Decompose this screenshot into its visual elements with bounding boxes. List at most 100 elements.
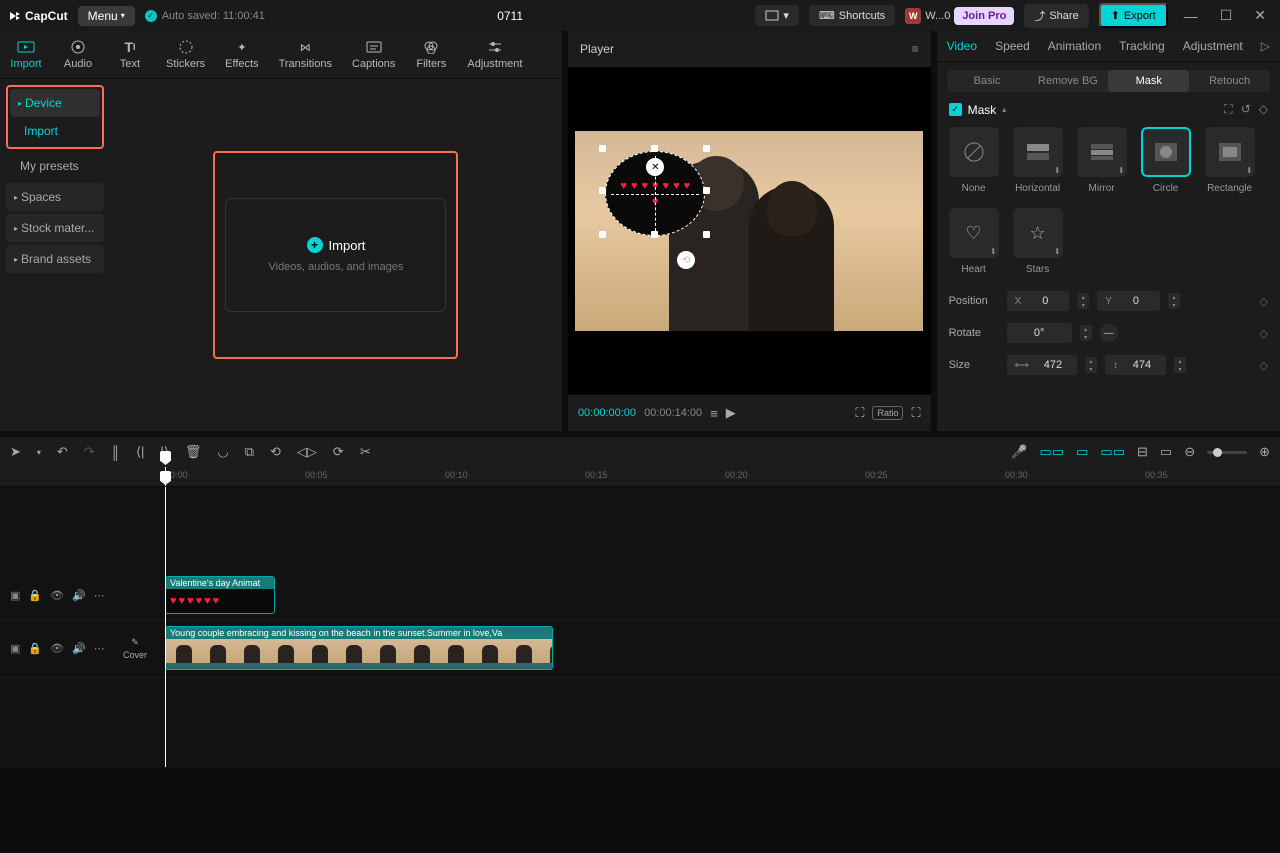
keyframe-diamond[interactable]: ◇	[1260, 295, 1268, 308]
scroll-right-icon[interactable]: ▷	[1261, 39, 1270, 53]
lock-icon[interactable]: 🔒	[28, 642, 42, 655]
redo-button[interactable]: ↷	[84, 444, 95, 460]
sidebar-item-import[interactable]: Import	[10, 117, 100, 145]
ratio-button[interactable]: Ratio	[872, 406, 903, 420]
magnet-track-icon[interactable]: ▭	[1076, 444, 1088, 460]
mask-checkbox[interactable]: ✓	[949, 103, 962, 116]
delete-tool[interactable]: 🗑	[185, 444, 202, 460]
lock-icon[interactable]: 🔒	[28, 589, 42, 602]
cover-button[interactable]: ✎ Cover	[120, 637, 150, 660]
props-tab-video[interactable]: Video	[947, 39, 977, 53]
position-y-input[interactable]	[1116, 291, 1156, 311]
keyframe-diamond[interactable]: ◇	[1260, 359, 1268, 372]
undo-button[interactable]: ↶	[57, 444, 68, 460]
clip-valentine[interactable]: Valentine's day Animat ♥♥♥♥♥♥	[165, 576, 275, 614]
timeline-ruler[interactable]: 00:00 00:05 00:10 00:15 00:20 00:25 00:3…	[0, 467, 1280, 487]
import-dropzone[interactable]: +Import Videos, audios, and images	[213, 151, 458, 359]
aspect-button[interactable]: ▾	[755, 5, 799, 26]
mask-overlay[interactable]: ♥♥♥♥♥♥♥♥ ✕ ⟲	[605, 151, 705, 236]
more-icon[interactable]: ⋯	[94, 642, 105, 655]
link-icon[interactable]: ▭▭	[1100, 444, 1125, 460]
subtab-mask[interactable]: Mask	[1108, 70, 1189, 92]
tab-text[interactable]: TIText	[104, 35, 156, 74]
mic-icon[interactable]: 🎤	[1011, 444, 1027, 460]
subtab-retouch[interactable]: Retouch	[1189, 70, 1270, 92]
reset-icon[interactable]: ↺	[1241, 102, 1251, 117]
sidebar-item-brand[interactable]: ▸Brand assets	[6, 245, 104, 273]
focus-icon[interactable]: ⛶	[855, 405, 864, 421]
subtab-basic[interactable]: Basic	[947, 70, 1028, 92]
speaker-icon[interactable]: 🔊	[72, 589, 86, 602]
shortcuts-button[interactable]: ⌨ Shortcuts	[809, 5, 895, 26]
fullscreen-icon[interactable]: ⛶	[911, 405, 920, 421]
menu-button[interactable]: Menu▾	[78, 6, 135, 26]
track-type-icon[interactable]: ▣	[10, 642, 20, 655]
preview-icon[interactable]: ▭	[1160, 444, 1172, 460]
pointer-dropdown[interactable]: ▾	[37, 448, 41, 457]
zoom-slider[interactable]	[1207, 451, 1247, 454]
crop-tool[interactable]: ✂	[360, 444, 371, 460]
magnet-main-icon[interactable]: ▭▭	[1040, 444, 1065, 460]
props-tab-animation[interactable]: Animation	[1048, 39, 1101, 53]
pointer-tool[interactable]: ➤	[10, 444, 21, 460]
join-pro-button[interactable]: Join Pro	[954, 7, 1014, 25]
sidebar-item-spaces[interactable]: ▸Spaces	[6, 183, 104, 211]
mirror-tool[interactable]: ◁▷	[297, 444, 317, 460]
tab-import[interactable]: Import	[0, 35, 52, 74]
maximize-button[interactable]: ☐	[1214, 7, 1239, 24]
track-type-icon[interactable]: ▣	[10, 589, 20, 602]
list-icon[interactable]: ≡	[710, 406, 718, 421]
mask-horizontal[interactable]: ⬇Horizontal	[1013, 127, 1063, 194]
eye-icon[interactable]: 👁	[50, 589, 64, 602]
keyframe-icon[interactable]: ◇	[1259, 102, 1268, 117]
player-preview[interactable]: ♥♥♥♥♥♥♥♥ ✕ ⟲	[568, 67, 931, 395]
copy-tool[interactable]: ⧉	[245, 444, 254, 460]
tab-effects[interactable]: ✦Effects	[215, 35, 268, 74]
size-w-input[interactable]	[1033, 355, 1073, 375]
rotate-tool[interactable]: ⟳	[333, 444, 344, 460]
clip-couple[interactable]: Young couple embracing and kissing on th…	[165, 626, 553, 670]
mask-circle[interactable]: Circle	[1141, 127, 1191, 194]
speaker-icon[interactable]: 🔊	[72, 642, 86, 655]
play-button[interactable]: ▶	[726, 405, 736, 421]
zoom-in-icon[interactable]: ⊕	[1259, 444, 1270, 460]
trim-left-tool[interactable]: ⟨|	[136, 444, 144, 460]
minimize-button[interactable]: —	[1178, 8, 1204, 24]
playhead-line[interactable]	[165, 487, 166, 767]
rotate-dial[interactable]: —	[1100, 324, 1118, 342]
share-button[interactable]: ⤴ Share	[1024, 4, 1088, 28]
export-button[interactable]: ⬆ Export	[1099, 3, 1168, 28]
rotate-handle-icon[interactable]: ✕	[646, 158, 664, 176]
more-icon[interactable]: ⋯	[94, 589, 105, 602]
tab-audio[interactable]: Audio	[52, 35, 104, 74]
subtab-removebg[interactable]: Remove BG	[1027, 70, 1108, 92]
tab-transitions[interactable]: ⋈Transitions	[269, 35, 342, 74]
mask-none[interactable]: None	[949, 127, 999, 194]
props-tab-adjustment[interactable]: Adjustment	[1183, 39, 1243, 53]
props-tab-tracking[interactable]: Tracking	[1119, 39, 1165, 53]
close-button[interactable]: ✕	[1248, 7, 1272, 24]
mask-stars[interactable]: ☆⬇Stars	[1013, 208, 1063, 275]
tab-captions[interactable]: Captions	[342, 35, 405, 74]
size-h-input[interactable]	[1122, 355, 1162, 375]
sidebar-item-stock[interactable]: ▸Stock mater...	[6, 214, 104, 242]
sidebar-item-device[interactable]: ▸Device	[10, 89, 100, 117]
position-x-input[interactable]	[1025, 291, 1065, 311]
player-menu-icon[interactable]: ≡	[912, 42, 919, 56]
zoom-out-icon[interactable]: ⊖	[1184, 444, 1195, 460]
eye-icon[interactable]: 👁	[50, 642, 64, 655]
split-tool[interactable]: ║	[111, 445, 120, 460]
tab-adjustment[interactable]: Adjustment	[457, 35, 532, 74]
rotate-input[interactable]	[1007, 323, 1072, 343]
expand-icon[interactable]: ⛶	[1224, 102, 1232, 117]
mask-heart[interactable]: ♡⬇Heart	[949, 208, 999, 275]
props-tab-speed[interactable]: Speed	[995, 39, 1030, 53]
sidebar-item-presets[interactable]: My presets	[6, 152, 104, 180]
tab-filters[interactable]: Filters	[405, 35, 457, 74]
reverse-tool[interactable]: ⟲	[270, 444, 281, 460]
marker-tool[interactable]: ◡	[217, 444, 228, 460]
mask-rectangle[interactable]: ⬇Rectangle	[1205, 127, 1255, 194]
mask-mirror[interactable]: ⬇Mirror	[1077, 127, 1127, 194]
align-icon[interactable]: ⊟	[1137, 444, 1148, 460]
keyframe-diamond[interactable]: ◇	[1260, 327, 1268, 340]
